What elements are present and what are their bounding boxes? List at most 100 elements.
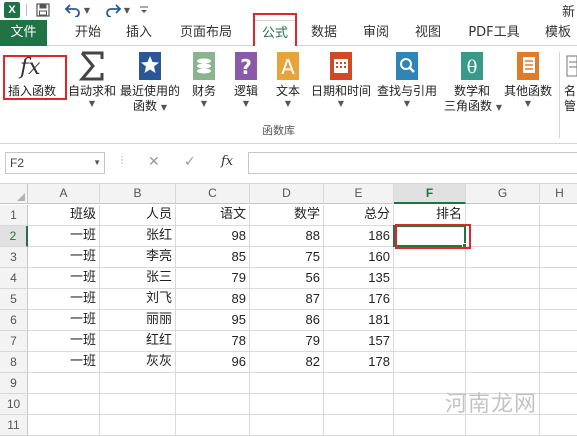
cell-e1[interactable]: 总分 (324, 205, 394, 226)
cell-a6[interactable]: 一班 (28, 310, 100, 331)
cell-b9[interactable] (100, 373, 176, 394)
cell-d9[interactable] (250, 373, 324, 394)
excel-app-icon[interactable]: X (4, 2, 20, 18)
cell-a4[interactable]: 一班 (28, 268, 100, 289)
autosum-button[interactable]: 自动求和 ▼ (64, 50, 120, 126)
cell-a5[interactable]: 一班 (28, 289, 100, 310)
cell-b7[interactable]: 红红 (100, 331, 176, 352)
redo-dropdown-icon[interactable]: ▼ (123, 1, 131, 19)
tab-templates[interactable]: 模板 (536, 20, 577, 46)
cell-b2[interactable]: 张红 (100, 226, 176, 247)
cell-a1[interactable]: 班级 (28, 205, 100, 226)
cell-h3[interactable] (540, 247, 577, 268)
tab-pdf-tools[interactable]: PDF工具 (460, 20, 528, 46)
cell-a8[interactable]: 一班 (28, 352, 100, 373)
cell-g5[interactable] (466, 289, 540, 310)
cell-d11[interactable] (250, 415, 324, 436)
row-header-11[interactable]: 11 (0, 415, 28, 436)
column-header-b[interactable]: B (100, 184, 176, 204)
cell-d2[interactable]: 88 (250, 226, 324, 247)
redo-icon[interactable] (104, 1, 122, 19)
cell-h9[interactable] (540, 373, 577, 394)
cell-h2[interactable] (540, 226, 577, 247)
select-all-corner[interactable] (0, 184, 28, 204)
cell-g6[interactable] (466, 310, 540, 331)
cell-h4[interactable] (540, 268, 577, 289)
name-box[interactable]: F2 ▼ (5, 152, 105, 174)
cell-a3[interactable]: 一班 (28, 247, 100, 268)
column-header-e[interactable]: E (324, 184, 394, 204)
cell-g8[interactable] (466, 352, 540, 373)
cell-d10[interactable] (250, 394, 324, 415)
cell-f7[interactable] (394, 331, 466, 352)
column-header-g[interactable]: G (466, 184, 540, 204)
tab-view[interactable]: 视图 (406, 20, 450, 46)
cell-e8[interactable]: 178 (324, 352, 394, 373)
cell-f8[interactable] (394, 352, 466, 373)
cell-c2[interactable]: 98 (176, 226, 250, 247)
save-icon[interactable] (34, 1, 52, 19)
cell-c3[interactable]: 85 (176, 247, 250, 268)
column-header-h[interactable]: H (540, 184, 577, 204)
row-header-1[interactable]: 1 (0, 205, 28, 226)
column-header-c[interactable]: C (176, 184, 250, 204)
cell-e9[interactable] (324, 373, 394, 394)
undo-dropdown-icon[interactable]: ▼ (83, 1, 91, 19)
cell-e3[interactable]: 160 (324, 247, 394, 268)
undo-icon[interactable] (64, 1, 82, 19)
recently-used-button[interactable]: 最近使用的 函数 ▼ (118, 50, 182, 126)
formula-input[interactable] (248, 152, 577, 174)
lookup-reference-button[interactable]: 查找与引用 ▼ (374, 50, 440, 126)
cell-g1[interactable] (466, 205, 540, 226)
name-box-dropdown-icon[interactable]: ▼ (93, 153, 101, 173)
cell-b3[interactable]: 李亮 (100, 247, 176, 268)
tab-data[interactable]: 数据 (302, 20, 346, 46)
cell-e4[interactable]: 135 (324, 268, 394, 289)
cell-d1[interactable]: 数学 (250, 205, 324, 226)
insert-function-fx-button[interactable]: fx (221, 154, 233, 169)
cell-e2[interactable]: 186 (324, 226, 394, 247)
cell-b4[interactable]: 张三 (100, 268, 176, 289)
row-header-9[interactable]: 9 (0, 373, 28, 394)
cell-h5[interactable] (540, 289, 577, 310)
cell-c9[interactable] (176, 373, 250, 394)
cell-h11[interactable] (540, 415, 577, 436)
cell-c8[interactable]: 96 (176, 352, 250, 373)
cell-d3[interactable]: 75 (250, 247, 324, 268)
name-manager-button[interactable]: 名 管 (563, 50, 577, 126)
cell-b5[interactable]: 刘飞 (100, 289, 176, 310)
cell-a10[interactable] (28, 394, 100, 415)
more-functions-button[interactable]: 其他函数 ▼ (500, 50, 556, 126)
column-header-f[interactable]: F (394, 184, 466, 204)
cell-g11[interactable] (466, 415, 540, 436)
cell-d6[interactable]: 86 (250, 310, 324, 331)
cell-f11[interactable] (394, 415, 466, 436)
cell-c1[interactable]: 语文 (176, 205, 250, 226)
tab-file[interactable]: 文件 (0, 20, 47, 46)
cell-h10[interactable] (540, 394, 577, 415)
cell-b11[interactable] (100, 415, 176, 436)
column-header-a[interactable]: A (28, 184, 100, 204)
cell-f6[interactable] (394, 310, 466, 331)
row-header-4[interactable]: 4 (0, 268, 28, 289)
cell-c7[interactable]: 78 (176, 331, 250, 352)
cell-e11[interactable] (324, 415, 394, 436)
fill-handle[interactable] (462, 243, 467, 248)
customize-toolbar-icon[interactable] (136, 1, 152, 19)
formula-bar-grip-icon[interactable]: ⋮ (117, 155, 127, 166)
enter-icon[interactable]: ✓ (184, 154, 196, 170)
row-header-2[interactable]: 2 (0, 226, 28, 247)
cell-f2[interactable] (394, 226, 466, 247)
cell-b6[interactable]: 丽丽 (100, 310, 176, 331)
cell-h7[interactable] (540, 331, 577, 352)
cell-e6[interactable]: 181 (324, 310, 394, 331)
cell-d4[interactable]: 56 (250, 268, 324, 289)
row-header-10[interactable]: 10 (0, 394, 28, 415)
cancel-icon[interactable]: ✕ (148, 154, 160, 170)
text-function-button[interactable]: A 文本 ▼ (270, 50, 306, 126)
math-trig-button[interactable]: θ 数学和 三角函数 ▼ (444, 50, 502, 126)
row-header-8[interactable]: 8 (0, 352, 28, 373)
financial-button[interactable]: 财务 ▼ (186, 50, 222, 126)
cell-a9[interactable] (28, 373, 100, 394)
cell-a2[interactable]: 一班 (28, 226, 100, 247)
